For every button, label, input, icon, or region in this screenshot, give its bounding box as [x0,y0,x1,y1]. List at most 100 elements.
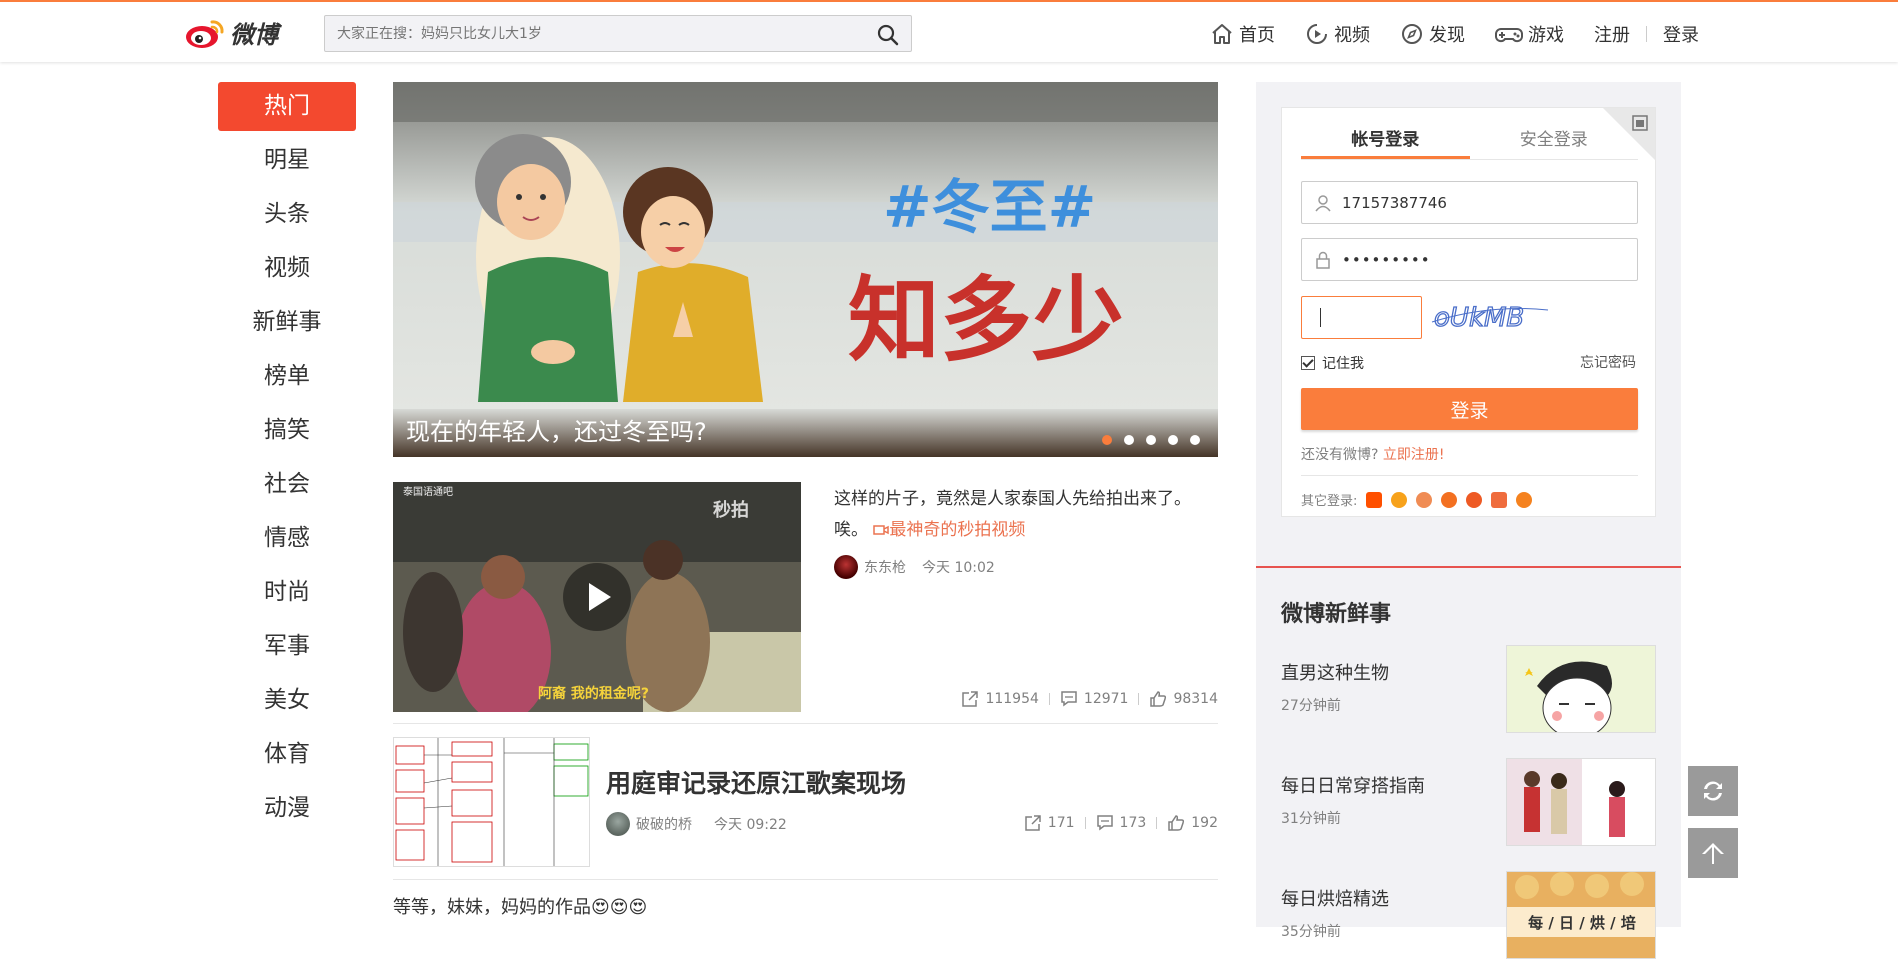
refresh-button[interactable] [1688,766,1738,816]
compass-icon [1402,24,1422,44]
like-count-value: 98314 [1173,691,1218,707]
carousel-dot[interactable] [1146,435,1156,445]
search-input[interactable] [325,16,845,51]
category-ranking[interactable]: 榜单 [218,352,356,406]
video-subtitle: 阿裔 我的租金呢? [538,685,649,702]
comment-count[interactable]: 173 [1096,814,1146,832]
password-field[interactable] [1301,238,1638,281]
miaopai-watermark: 秒拍 [713,499,749,521]
carousel-dot[interactable] [1102,435,1112,445]
stat-divider [1156,817,1158,829]
article-thumbnail[interactable] [393,737,590,867]
video-source-label[interactable]: 最神奇的秒拍视频 [889,520,1025,540]
remember-label: 记住我 [1322,356,1364,372]
share-count[interactable]: 111954 [961,690,1039,708]
category-sports[interactable]: 体育 [218,730,356,784]
carousel-dot[interactable] [1190,435,1200,445]
video-source-link[interactable]: 最神奇的秒拍视频 [873,520,1025,540]
qr-login-corner-icon[interactable] [1603,108,1655,160]
fresh-item-thumbnail[interactable] [1506,645,1656,733]
username-input[interactable] [1342,193,1622,212]
share-icon [1025,815,1041,831]
login-button[interactable]: 登录 [1301,388,1638,430]
arrow-up-icon [1702,843,1724,864]
like-count[interactable]: 192 [1167,814,1218,832]
register-now-link[interactable]: 立即注册! [1383,447,1445,463]
taobao-icon[interactable] [1366,491,1383,508]
category-beauty[interactable]: 美女 [218,676,356,730]
feed-meta: 破破的桥 今天 09:22 [606,812,787,836]
search-box[interactable] [324,15,912,52]
banner-caption[interactable]: 现在的年轻人，还过冬至吗? [406,412,707,447]
remember-checkbox[interactable] [1301,356,1315,370]
captcha-input[interactable] [1301,296,1422,339]
category-headlines[interactable]: 头条 [218,190,356,244]
category-anime[interactable]: 动漫 [218,784,356,838]
fresh-item-time: 31分钟前 [1281,811,1341,827]
carousel-dot[interactable] [1168,435,1178,445]
nav-video-label: 视频 [1334,25,1370,46]
article-title[interactable]: 用庭审记录还原江歌案现场 [606,764,906,800]
username-field[interactable] [1301,181,1638,224]
feed-card-text[interactable]: 等等，妹妹，妈妈的作品😍😍😍 [393,893,647,919]
category-funny[interactable]: 搞笑 [218,406,356,460]
password-input[interactable] [1342,250,1622,269]
nav-divider [1646,26,1647,42]
top-bar: 微博 首页 视频 发现 [0,0,1898,62]
thumbs-up-icon [1150,691,1167,707]
comment-icon [1096,815,1113,831]
category-hot[interactable]: 热门 [218,82,356,131]
video-thumbnail-image: 泰国语通吧 秒拍 阿裔 我的租金呢? [393,482,801,712]
author-name[interactable]: 破破的桥 [636,814,692,834]
weibo-logo[interactable]: 微博 [184,15,278,50]
comment-icon [1061,691,1077,707]
avatar[interactable] [834,555,858,579]
captcha-image[interactable]: oUkMB [1430,296,1550,336]
stat-divider [1084,817,1086,829]
category-society[interactable]: 社会 [218,460,356,514]
banner-carousel[interactable]: #冬至# 知多少 现在的年轻人，还过冬至吗? [393,82,1218,457]
login-link[interactable]: 登录 [1663,21,1699,47]
nav-video[interactable]: 视频 [1305,21,1370,47]
video-icon [1307,24,1327,44]
category-fresh[interactable]: 新鲜事 [218,298,356,352]
netease-icon[interactable] [1416,491,1433,508]
category-video[interactable]: 视频 [218,244,356,298]
category-emotion[interactable]: 情感 [218,514,356,568]
fresh-item[interactable]: 每日日常穿搭指南 31分钟前 [1281,758,1656,848]
avatar[interactable] [606,812,630,836]
home-icon [1212,24,1232,44]
forgot-password-link[interactable]: 忘记密码 [1580,352,1636,372]
category-military[interactable]: 军事 [218,622,356,676]
author-name[interactable]: 东东枪 [864,557,906,577]
register-link[interactable]: 注册 [1594,21,1630,47]
video-thumbnail[interactable]: 泰国语通吧 秒拍 阿裔 我的租金呢? [393,482,801,712]
tab-account-login[interactable]: 帐号登录 [1301,122,1470,159]
carousel-dot[interactable] [1124,435,1134,445]
fresh-item-title[interactable]: 每日烘焙精选 [1281,885,1389,911]
unionpay-icon[interactable] [1491,491,1508,508]
fresh-item-title[interactable]: 直男这种生物 [1281,659,1389,685]
tianyi-icon[interactable] [1441,491,1458,508]
comment-count[interactable]: 12971 [1060,690,1128,708]
qq-icon[interactable] [1391,491,1408,508]
fresh-item[interactable]: 直男这种生物 27分钟前 [1281,645,1656,735]
category-stars[interactable]: 明星 [218,136,356,190]
remember-me[interactable]: 记住我 [1301,353,1364,373]
search-icon[interactable] [877,24,899,46]
share-count[interactable]: 171 [1024,814,1075,832]
nav-home[interactable]: 首页 [1210,21,1275,47]
fresh-item-thumbnail[interactable] [1506,758,1656,846]
category-fashion[interactable]: 时尚 [218,568,356,622]
nav-games[interactable]: 游戏 [1495,21,1564,47]
fresh-item[interactable]: 每日烘焙精选 35分钟前 每 / 日 / 烘 / 培 [1281,871,1656,961]
back-to-top-button[interactable] [1688,828,1738,878]
fresh-item-title[interactable]: 每日日常穿搭指南 [1281,772,1425,798]
nav-games-label: 游戏 [1528,25,1564,46]
nav-discover[interactable]: 发现 [1400,21,1465,47]
post-time: 今天 10:02 [922,560,995,576]
baidu-icon[interactable] [1516,491,1533,508]
360-icon[interactable] [1466,491,1483,508]
fresh-item-thumbnail[interactable]: 每 / 日 / 烘 / 培 [1506,871,1656,959]
like-count[interactable]: 98314 [1149,690,1218,708]
